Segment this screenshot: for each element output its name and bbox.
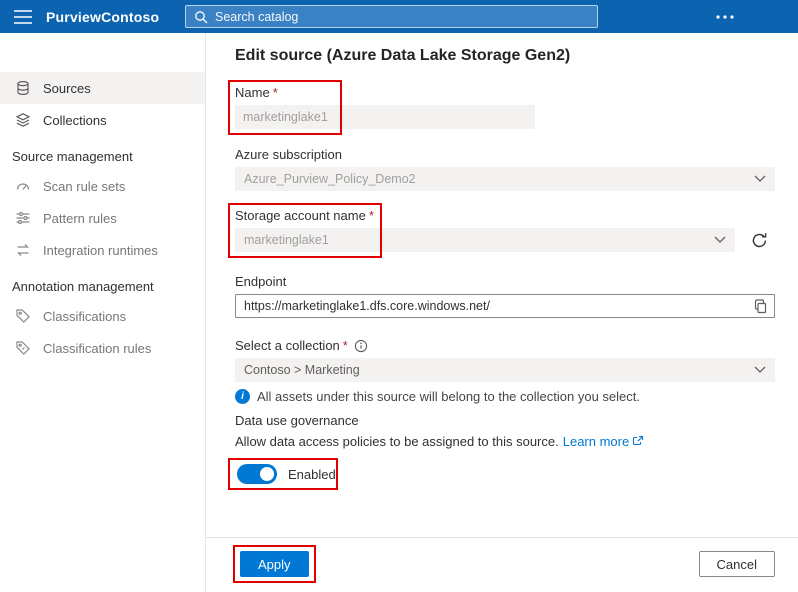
governance-description: Allow data access policies to be assigne… xyxy=(235,434,775,449)
sidebar-item-pattern-rules[interactable]: Pattern rules xyxy=(0,202,205,234)
collection-note-text: All assets under this source will belong… xyxy=(257,389,640,404)
subscription-dropdown: Azure_Purview_Policy_Demo2 xyxy=(235,167,775,191)
refresh-icon[interactable] xyxy=(751,232,768,249)
storage-account-label: Storage account name * xyxy=(235,208,374,223)
storage-account-field: Storage account name * marketinglake1 xyxy=(228,203,775,258)
collection-note: i All assets under this source will belo… xyxy=(235,389,775,404)
more-icon[interactable] xyxy=(710,0,740,33)
endpoint-field: Endpoint https://marketinglake1.dfs.core… xyxy=(235,274,775,318)
sidebar-item-label: Sources xyxy=(43,80,91,96)
sources-icon xyxy=(15,80,32,96)
governance-toggle-group: Enabled xyxy=(228,458,338,490)
classifications-icon xyxy=(15,308,32,324)
page-title: Edit source (Azure Data Lake Storage Gen… xyxy=(235,47,571,64)
data-use-governance-field: Data use governance Allow data access po… xyxy=(228,413,775,490)
collection-value: Contoso > Marketing xyxy=(244,363,360,377)
sidebar-item-classifications[interactable]: Classifications xyxy=(0,300,205,332)
sidebar: Sources Collections Source management Sc… xyxy=(0,33,206,592)
section-label: Source management xyxy=(12,148,133,164)
section-label: Annotation management xyxy=(12,278,154,294)
storage-account-value: marketinglake1 xyxy=(244,233,329,247)
info-icon: i xyxy=(235,389,250,404)
name-input: marketinglake1 xyxy=(235,105,535,129)
toggle-state-label: Enabled xyxy=(288,466,336,482)
endpoint-label: Endpoint xyxy=(235,274,287,289)
governance-toggle[interactable] xyxy=(237,464,277,484)
name-label: Name * xyxy=(235,85,278,100)
name-field: Name * marketinglake1 xyxy=(228,80,775,135)
sidebar-item-label: Scan rule sets xyxy=(43,178,126,194)
app-title: PurviewContoso xyxy=(46,8,160,25)
integration-runtimes-icon xyxy=(15,242,32,258)
subscription-label: Azure subscription xyxy=(235,147,342,162)
search-input[interactable]: Search catalog xyxy=(185,5,598,28)
subscription-value: Azure_Purview_Policy_Demo2 xyxy=(244,172,416,186)
sidebar-item-classification-rules[interactable]: Classification rules xyxy=(0,332,205,364)
purview-window: PurviewContoso Search catalog Sources Co… xyxy=(0,0,798,592)
collection-dropdown[interactable]: Contoso > Marketing xyxy=(235,358,775,382)
endpoint-value: https://marketinglake1.dfs.core.windows.… xyxy=(244,299,490,313)
edit-source-panel: Edit source (Azure Data Lake Storage Gen… xyxy=(206,33,798,592)
storage-account-dropdown: marketinglake1 xyxy=(235,228,735,252)
top-bar: PurviewContoso Search catalog xyxy=(0,0,798,33)
subscription-field: Azure subscription Azure_Purview_Policy_… xyxy=(235,147,775,191)
sidebar-section-source-management: Source management xyxy=(0,142,205,170)
collection-label: Select a collection * xyxy=(235,338,348,353)
scan-rule-sets-icon xyxy=(15,178,32,194)
cancel-button[interactable]: Cancel xyxy=(698,551,775,577)
search-icon xyxy=(194,10,208,24)
classification-rules-icon xyxy=(15,340,32,356)
sidebar-item-label: Integration runtimes xyxy=(43,242,158,258)
chevron-down-icon xyxy=(754,366,766,374)
pattern-rules-icon xyxy=(15,210,32,226)
sidebar-item-label: Classifications xyxy=(43,308,127,324)
required-asterisk: * xyxy=(368,208,374,223)
search-placeholder: Search catalog xyxy=(215,9,299,24)
sidebar-section-annotation-management: Annotation management xyxy=(0,272,205,300)
governance-label: Data use governance xyxy=(235,413,359,428)
dialog-footer: Apply Cancel xyxy=(206,537,798,592)
sidebar-item-sources[interactable]: Sources xyxy=(0,72,205,104)
endpoint-input[interactable]: https://marketinglake1.dfs.core.windows.… xyxy=(235,294,775,318)
sidebar-item-label: Collections xyxy=(43,112,107,128)
info-tooltip-icon[interactable] xyxy=(354,339,368,353)
chevron-down-icon xyxy=(714,236,726,244)
sidebar-item-integration-runtimes[interactable]: Integration runtimes xyxy=(0,234,205,266)
collections-icon xyxy=(15,112,32,128)
apply-button[interactable]: Apply xyxy=(240,551,309,577)
hamburger-menu-icon[interactable] xyxy=(0,0,46,33)
required-asterisk: * xyxy=(342,338,348,353)
sidebar-item-scan-rule-sets[interactable]: Scan rule sets xyxy=(0,170,205,202)
external-link-icon xyxy=(632,435,644,447)
sidebar-item-label: Pattern rules xyxy=(43,210,117,226)
sidebar-item-label: Classification rules xyxy=(43,340,152,356)
collection-field: Select a collection * Contoso > Marketing… xyxy=(235,338,775,404)
sidebar-item-collections[interactable]: Collections xyxy=(0,104,205,136)
chevron-down-icon xyxy=(754,175,766,183)
copy-icon[interactable] xyxy=(753,298,768,314)
required-asterisk: * xyxy=(272,85,278,100)
learn-more-link[interactable]: Learn more xyxy=(563,434,629,449)
toggle-knob xyxy=(260,467,274,481)
